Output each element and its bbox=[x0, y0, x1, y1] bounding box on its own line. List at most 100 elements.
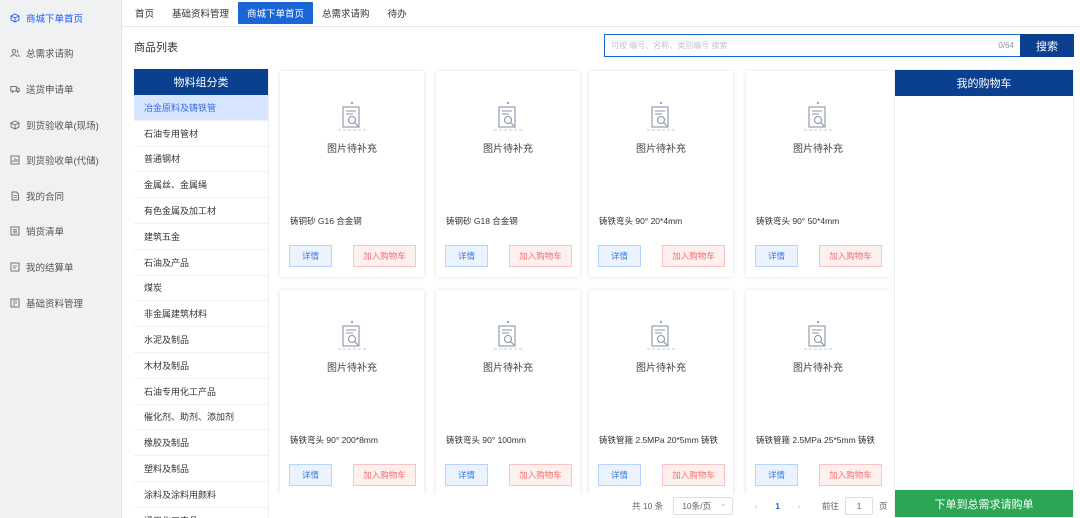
page-size-select[interactable]: 10条/页 bbox=[673, 497, 734, 515]
product-card: 图片待补充 铸铁弯头 90° 50*4mm 详情 加入购物车 bbox=[746, 71, 890, 277]
category-item[interactable]: 石油专用管材 bbox=[134, 121, 268, 147]
sidebar-item-label: 我的合同 bbox=[26, 191, 65, 203]
sidebar-item-receipt-storage[interactable]: 到货验收单(代储) bbox=[0, 142, 121, 178]
goto-page-input[interactable]: 1 bbox=[844, 497, 873, 515]
sidebar-item-receipt-onsite[interactable]: 到货验收单(现场) bbox=[0, 107, 121, 143]
cube-icon bbox=[10, 13, 20, 23]
sidebar-item-label: 到货验收单(代储) bbox=[26, 156, 99, 168]
image-pending-text: 图片待补充 bbox=[636, 144, 686, 155]
category-panel: 物料组分类 冶金原料及铸铁管 石油专用管材 普通钢材 金属丝、金属绳 有色金属及… bbox=[134, 69, 269, 518]
add-to-cart-button[interactable]: 加入购物车 bbox=[662, 464, 725, 486]
add-to-cart-button[interactable]: 加入购物车 bbox=[819, 245, 882, 267]
detail-button[interactable]: 详情 bbox=[755, 245, 798, 267]
sidebar-item-basic-data[interactable]: 基础资料管理 bbox=[0, 285, 121, 321]
image-pending-icon bbox=[494, 101, 522, 131]
search-input[interactable]: 可按 编号、名称、类别编号 搜索 0/64 bbox=[604, 34, 1020, 57]
box-icon bbox=[10, 120, 20, 130]
tab-todo[interactable]: 待办 bbox=[379, 2, 416, 24]
add-to-cart-button[interactable]: 加入购物车 bbox=[353, 245, 416, 267]
product-name: 铸铜砂 G16 合金钢 bbox=[290, 216, 362, 226]
submit-order-button[interactable]: 下单到总需求请购单 bbox=[895, 490, 1073, 517]
category-item[interactable]: 有色金属及加工材 bbox=[134, 198, 268, 224]
category-item[interactable]: 通用化工产品 bbox=[134, 508, 268, 518]
detail-button[interactable]: 详情 bbox=[598, 464, 641, 486]
add-to-cart-button[interactable]: 加入购物车 bbox=[662, 245, 725, 267]
goto-label: 前往 bbox=[821, 501, 839, 511]
image-pending-text: 图片待补充 bbox=[636, 363, 686, 374]
search-placeholder: 可按 编号、名称、类别编号 搜索 bbox=[611, 41, 728, 50]
product-name: 铸铁弯头 90° 100mm bbox=[446, 435, 526, 445]
detail-button[interactable]: 详情 bbox=[289, 464, 332, 486]
category-item[interactable]: 金属丝、金属绳 bbox=[134, 172, 268, 199]
next-page-button[interactable]: › bbox=[792, 501, 806, 511]
category-item[interactable]: 建筑五金 bbox=[134, 224, 268, 250]
users-icon bbox=[10, 48, 20, 58]
sidebar-item-my-contracts[interactable]: 我的合同 bbox=[0, 178, 121, 214]
detail-button[interactable]: 详情 bbox=[598, 245, 641, 267]
image-pending-text: 图片待补充 bbox=[327, 363, 377, 374]
detail-button[interactable]: 详情 bbox=[289, 245, 332, 267]
product-name: 铸钢砂 G18 合金钢 bbox=[446, 216, 518, 226]
category-item[interactable]: 催化剂、助剂、添加剂 bbox=[134, 405, 268, 431]
image-pending-icon bbox=[804, 320, 832, 350]
category-item[interactable]: 水泥及制品 bbox=[134, 327, 268, 353]
detail-button[interactable]: 详情 bbox=[445, 464, 488, 486]
category-header: 物料组分类 bbox=[134, 69, 268, 95]
search-counter: 0/64 bbox=[998, 41, 1014, 50]
add-to-cart-button[interactable]: 加入购物车 bbox=[353, 464, 416, 486]
shopping-cart-panel: 我的购物车 下单到总需求请购单 bbox=[894, 69, 1074, 518]
category-item[interactable]: 石油专用化工产品 bbox=[134, 379, 268, 405]
product-image-placeholder: 图片待补充 bbox=[280, 320, 424, 390]
sidebar-item-sales-list[interactable]: 销货清单 bbox=[0, 214, 121, 250]
tab-bar: 首页 基础资料管理 商城下单首页 总需求请购 待办 bbox=[122, 0, 1080, 27]
sidebar-item-label: 销货清单 bbox=[26, 227, 65, 239]
sidebar-item-label: 基础资料管理 bbox=[26, 298, 84, 310]
search-button[interactable]: 搜索 bbox=[1020, 34, 1074, 57]
add-to-cart-button[interactable]: 加入购物车 bbox=[509, 245, 572, 267]
product-image-placeholder: 图片待补充 bbox=[589, 320, 733, 390]
sidebar-item-label: 商城下单首页 bbox=[26, 13, 84, 25]
product-name: 铸铁弯头 90° 20*4mm bbox=[599, 216, 683, 226]
product-card: 图片待补充 铸铁管箍 2.5MPa 25*5mm 铸铁 详情 加入购物车 bbox=[746, 290, 890, 494]
category-item[interactable]: 冶金原料及铸铁管 bbox=[134, 95, 268, 121]
product-card: 图片待补充 铸铁弯头 90° 200*8mm 详情 加入购物车 bbox=[280, 290, 424, 494]
detail-button[interactable]: 详情 bbox=[445, 245, 488, 267]
sidebar-item-delivery-request[interactable]: 送货申请单 bbox=[0, 71, 121, 107]
image-pending-icon bbox=[338, 320, 366, 350]
product-name: 铸铁弯头 90° 50*4mm bbox=[756, 216, 840, 226]
sidebar-item-total-requisition[interactable]: 总需求请购 bbox=[0, 36, 121, 72]
add-to-cart-button[interactable]: 加入购物车 bbox=[819, 464, 882, 486]
page-number-current[interactable]: 1 bbox=[775, 501, 780, 511]
image-pending-icon bbox=[804, 101, 832, 131]
image-pending-icon bbox=[647, 320, 675, 350]
tab-total-requisition[interactable]: 总需求请购 bbox=[313, 2, 379, 24]
image-pending-text: 图片待补充 bbox=[483, 363, 533, 374]
prev-page-button[interactable]: ‹ bbox=[749, 501, 763, 511]
product-card: 图片待补充 铸铁弯头 90° 100mm 详情 加入购物车 bbox=[436, 290, 580, 494]
detail-button[interactable]: 详情 bbox=[755, 464, 798, 486]
image-pending-text: 图片待补充 bbox=[793, 144, 843, 155]
image-pending-icon bbox=[494, 320, 522, 350]
image-pending-icon bbox=[647, 101, 675, 131]
sidebar-item-my-settlements[interactable]: 我的结算单 bbox=[0, 249, 121, 285]
pagination: 共 10 条 10条/页 ‹ 1 › 前往 1 页 bbox=[632, 494, 892, 518]
sidebar-item-mall-home[interactable]: 商城下单首页 bbox=[0, 0, 121, 36]
tab-basic-data[interactable]: 基础资料管理 bbox=[163, 2, 238, 24]
tab-mall-home[interactable]: 商城下单首页 bbox=[238, 2, 314, 24]
product-name: 铸铁管箍 2.5MPa 25*5mm 铸铁 bbox=[756, 435, 876, 445]
category-item[interactable]: 非金属建筑材料 bbox=[134, 301, 268, 328]
sidebar-item-label: 总需求请购 bbox=[26, 49, 74, 61]
doc-icon bbox=[10, 262, 20, 272]
product-card: 图片待补充 铸铁弯头 90° 20*4mm 详情 加入购物车 bbox=[589, 71, 733, 277]
category-item[interactable]: 塑料及制品 bbox=[134, 456, 268, 482]
product-image-placeholder: 图片待补充 bbox=[436, 320, 580, 390]
category-item[interactable]: 石油及产品 bbox=[134, 250, 268, 276]
category-item[interactable]: 木材及制品 bbox=[134, 353, 268, 379]
category-item[interactable]: 涂料及涂料用颜料 bbox=[134, 482, 268, 508]
category-item[interactable]: 橡胶及制品 bbox=[134, 430, 268, 457]
product-grid: 图片待补充 铸铜砂 G16 合金钢 详情 加入购物车 图片待补充 铸钢砂 G18… bbox=[276, 69, 890, 494]
tab-home[interactable]: 首页 bbox=[126, 2, 163, 24]
add-to-cart-button[interactable]: 加入购物车 bbox=[509, 464, 572, 486]
category-item[interactable]: 普通钢材 bbox=[134, 147, 268, 173]
category-item[interactable]: 煤炭 bbox=[134, 276, 268, 302]
